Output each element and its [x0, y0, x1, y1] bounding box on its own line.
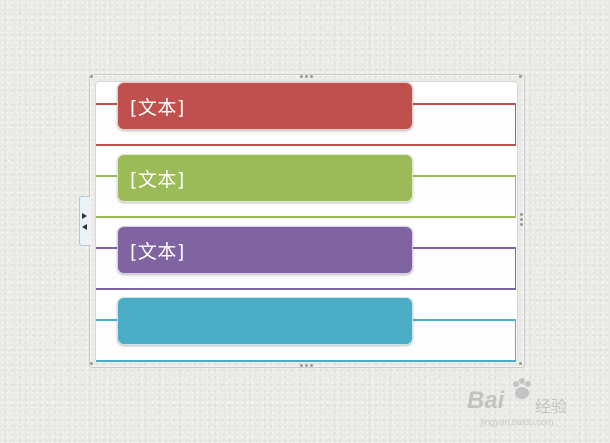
expand-right-arrow-icon	[82, 213, 87, 219]
watermark-brand: Bai	[467, 387, 505, 414]
text-pane-toggle[interactable]	[79, 196, 90, 246]
baidu-watermark: Bai 经验 jingyan.baidu.com	[467, 377, 597, 427]
paw-icon	[513, 378, 531, 399]
list-item-card-1[interactable]: [文本]	[117, 82, 413, 130]
collapse-left-arrow-icon	[82, 224, 87, 230]
watermark-url: jingyan.baidu.com	[481, 417, 554, 427]
list-item-card-2[interactable]: [文本]	[117, 154, 413, 202]
card-text[interactable]: [文本]	[130, 237, 185, 264]
list-item-card-4[interactable]	[117, 297, 413, 345]
card-text[interactable]: [文本]	[130, 93, 185, 120]
watermark-suffix: 经验	[535, 399, 568, 416]
list-item-card-3[interactable]: [文本]	[117, 226, 413, 274]
card-text[interactable]: [文本]	[130, 165, 185, 192]
